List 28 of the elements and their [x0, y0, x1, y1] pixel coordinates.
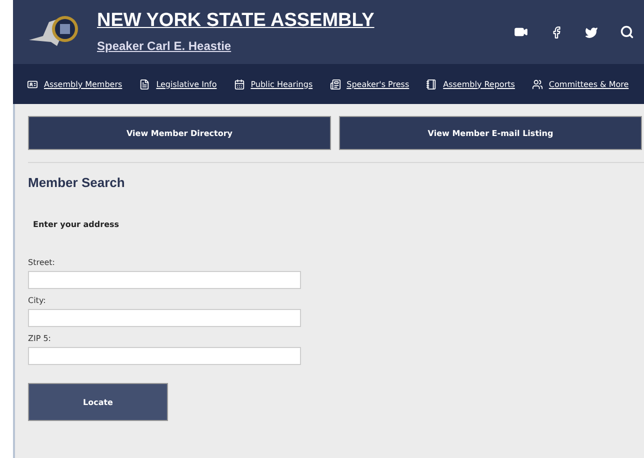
- nav-item[interactable]: Public Hearings: [234, 78, 313, 90]
- committees-icon: [532, 78, 543, 90]
- nav-item[interactable]: Assembly Members: [27, 78, 122, 90]
- input-field[interactable]: [28, 309, 301, 327]
- speaker-link[interactable]: Speaker Carl E. Heastie: [97, 39, 232, 53]
- locate-button[interactable]: Locate: [28, 383, 168, 421]
- file-icon: [139, 78, 150, 90]
- instruction-text: Enter your address: [33, 220, 120, 229]
- input-field[interactable]: [28, 271, 301, 289]
- report-icon: [426, 78, 438, 90]
- input-field[interactable]: [28, 347, 301, 365]
- site-title[interactable]: NEW YORK STATE ASSEMBLY: [97, 10, 374, 31]
- search-icon[interactable]: [620, 25, 634, 39]
- members-icon: [27, 78, 38, 90]
- directory-button[interactable]: View Member Directory: [28, 116, 331, 150]
- press-icon: [330, 78, 341, 90]
- nav-item[interactable]: Speaker's Press: [330, 78, 410, 90]
- directory-button[interactable]: View Member E-mail Listing: [339, 116, 642, 150]
- nav-item[interactable]: Committees & More: [532, 78, 629, 90]
- nav-item[interactable]: Assembly Reports: [426, 78, 515, 90]
- nav-item[interactable]: Legislative Info: [139, 78, 217, 90]
- calendar-icon: [234, 78, 245, 90]
- twitter-icon[interactable]: [585, 26, 598, 38]
- field-label: Street:: [28, 258, 56, 267]
- field-label: ZIP 5:: [28, 334, 52, 343]
- section-heading: Member Search: [28, 175, 126, 190]
- field-label: City:: [28, 296, 47, 305]
- video-icon[interactable]: [514, 25, 528, 39]
